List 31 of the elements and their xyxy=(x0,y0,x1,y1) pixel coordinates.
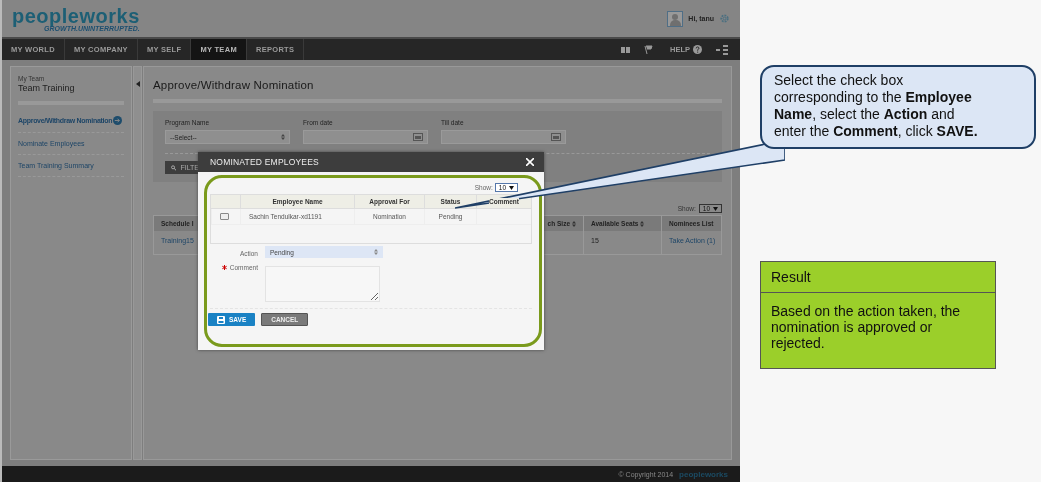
row-checkbox[interactable] xyxy=(220,213,229,220)
collapse-handle[interactable] xyxy=(133,66,142,460)
app-logo: peopleworks xyxy=(12,5,140,26)
book-icon[interactable] xyxy=(621,45,630,54)
caret-icon xyxy=(713,206,718,211)
caret-icon xyxy=(509,185,514,190)
result-text: Based on the action taken, the nomination is approved or rejected. xyxy=(770,302,962,353)
updown-icon xyxy=(281,134,285,140)
sort-icon[interactable] xyxy=(640,220,645,227)
arrow-circle-icon xyxy=(113,116,123,125)
settings-icon[interactable] xyxy=(719,13,730,24)
sidebar-title: Team Training xyxy=(18,83,76,93)
date-field[interactable] xyxy=(303,130,428,144)
date-field[interactable] xyxy=(441,130,566,144)
comment-field[interactable] xyxy=(265,266,380,302)
sitemap-icon[interactable] xyxy=(716,44,728,55)
page-title: Approve/Withdraw Nomination xyxy=(153,79,315,91)
help-icon xyxy=(693,45,702,54)
avatar-icon[interactable] xyxy=(667,10,684,27)
callout-text: Select the check box corresponding to the Employee Name, select the Action and enter the Comment, click SAVE. xyxy=(774,72,979,140)
result-title: Result xyxy=(761,262,995,293)
flag-icon[interactable] xyxy=(644,44,656,55)
calendar-icon[interactable] xyxy=(413,133,423,141)
required-asterisk-icon xyxy=(221,265,227,270)
updown-icon xyxy=(374,249,378,255)
sort-icon[interactable] xyxy=(572,220,576,227)
dialog-title: NOMINATED EMPLOYEES xyxy=(210,157,319,167)
close-button[interactable] xyxy=(526,158,534,166)
search-icon xyxy=(171,163,177,172)
footer-logo: peopleworks xyxy=(679,469,728,479)
calendar-icon[interactable] xyxy=(551,133,561,141)
